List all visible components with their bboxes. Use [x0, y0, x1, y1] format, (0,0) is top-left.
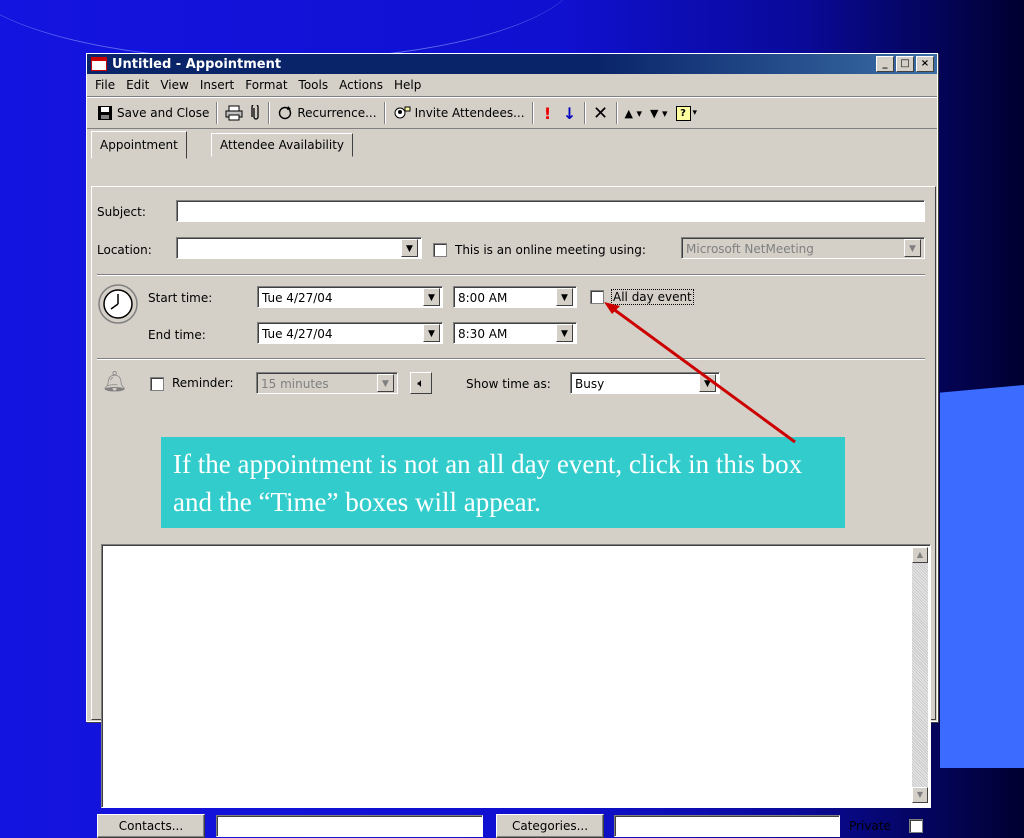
online-meeting-dropdown-icon[interactable]: ▼ [904, 239, 921, 257]
invite-attendees-icon [394, 106, 411, 119]
previous-item-icon: ▲ ▾ [624, 106, 643, 120]
minimize-icon[interactable]: _ [876, 56, 894, 72]
decorative-wedge [940, 385, 1024, 768]
online-meeting-checkbox[interactable] [433, 243, 447, 257]
end-time-label: End time: [148, 328, 206, 342]
all-day-event-label: All day event [611, 289, 694, 305]
menu-format[interactable]: Format [245, 78, 287, 92]
print-icon [225, 105, 243, 121]
save-and-close-label: Save and Close [117, 106, 210, 120]
recurrence-icon [279, 106, 292, 120]
save-and-close-button[interactable]: Save and Close [93, 102, 213, 124]
menu-view[interactable]: View [160, 78, 188, 92]
attach-icon [251, 105, 260, 120]
recurrence-button[interactable]: Recurrence... [273, 102, 380, 124]
scroll-up-icon[interactable]: ▲ [912, 547, 928, 563]
importance-low-button[interactable]: ↓ [559, 102, 581, 124]
notes-textarea[interactable]: ▲ ▼ [101, 544, 931, 808]
importance-high-button[interactable]: ! [537, 102, 559, 124]
start-date-dropdown-icon[interactable]: ▼ [423, 288, 440, 306]
scroll-down-icon[interactable]: ▼ [912, 787, 928, 803]
standard-toolbar: Save and Close Recurrence... Invite Atte… [87, 97, 937, 129]
reminder-label: Reminder: [172, 376, 234, 390]
end-time-dropdown-icon[interactable]: ▼ [556, 324, 573, 342]
recurrence-label: Recurrence... [297, 106, 377, 120]
notes-scrollbar[interactable]: ▲ ▼ [912, 547, 928, 803]
location-dropdown-icon[interactable]: ▼ [401, 239, 418, 257]
decorative-arc [0, 0, 580, 61]
menu-actions[interactable]: Actions [339, 78, 383, 92]
start-date-input[interactable]: Tue 4/27/04 [257, 286, 443, 308]
tab-appointment[interactable]: Appointment [91, 131, 187, 159]
help-button[interactable]: ? ▾ [672, 102, 702, 124]
reminder-sound-icon[interactable]: 🔈︎ [410, 372, 432, 394]
subject-input[interactable] [176, 200, 925, 222]
instruction-callout: If the appointment is not an all day eve… [161, 437, 845, 528]
next-item-icon: ▼ ▾ [650, 106, 668, 120]
contacts-button[interactable]: Contacts... [97, 814, 205, 838]
end-date-input[interactable]: Tue 4/27/04 [257, 322, 443, 344]
help-icon: ? [675, 105, 691, 121]
tab-strip: Appointment Attendee Availability [87, 129, 937, 159]
divider [97, 274, 925, 276]
categories-button[interactable]: Categories... [496, 814, 604, 838]
appointment-window: Untitled - Appointment _ □ × File Edit V… [86, 53, 938, 838]
location-input[interactable] [176, 237, 422, 259]
reminder-dropdown-icon[interactable]: ▼ [377, 374, 394, 392]
categories-input[interactable] [614, 815, 840, 837]
reminder-checkbox[interactable] [150, 377, 164, 391]
delete-button[interactable]: ✕ [589, 102, 613, 124]
invite-attendees-button[interactable]: Invite Attendees... [389, 102, 529, 124]
attach-button[interactable] [247, 102, 265, 124]
end-date-dropdown-icon[interactable]: ▼ [423, 324, 440, 342]
private-label: Private [849, 819, 891, 833]
close-icon[interactable]: × [916, 56, 934, 72]
show-time-as-label: Show time as: [466, 377, 551, 391]
start-time-dropdown-icon[interactable]: ▼ [556, 288, 573, 306]
menu-edit[interactable]: Edit [126, 78, 149, 92]
next-item-button[interactable]: ▼ ▾ [646, 102, 671, 124]
tab-attendee-availability[interactable]: Attendee Availability [211, 133, 354, 157]
show-time-as-dropdown-icon[interactable]: ▼ [699, 374, 716, 392]
importance-low-icon: ↓ [562, 103, 577, 123]
online-meeting-select[interactable]: Microsoft NetMeeting [681, 237, 925, 259]
reminder-bell-icon: 🔔︎ [102, 369, 128, 393]
importance-high-icon: ! [543, 103, 552, 123]
menu-tools[interactable]: Tools [299, 78, 329, 92]
menu-bar: File Edit View Insert Format Tools Actio… [87, 74, 937, 97]
show-time-as-select[interactable]: Busy [570, 372, 720, 394]
print-button[interactable] [221, 102, 247, 124]
maximize-icon[interactable]: □ [896, 56, 914, 72]
menu-help[interactable]: Help [394, 78, 421, 92]
menu-insert[interactable]: Insert [200, 78, 234, 92]
private-checkbox[interactable] [909, 819, 923, 833]
clock-icon [98, 284, 138, 324]
window-title: Untitled - Appointment [112, 56, 282, 72]
divider [97, 358, 925, 360]
all-day-event-checkbox[interactable] [590, 290, 604, 304]
online-meeting-label: This is an online meeting using: [455, 243, 646, 257]
location-label: Location: [97, 243, 152, 257]
menu-file[interactable]: File [95, 78, 115, 92]
subject-label: Subject: [97, 205, 146, 219]
save-icon [98, 106, 112, 120]
contacts-input[interactable] [216, 815, 483, 837]
delete-icon: ✕ [592, 102, 609, 124]
start-time-label: Start time: [148, 291, 213, 305]
calendar-icon [91, 57, 107, 71]
previous-item-button[interactable]: ▲ ▾ [621, 102, 646, 124]
invite-attendees-label: Invite Attendees... [414, 106, 525, 120]
title-bar[interactable]: Untitled - Appointment _ □ × [87, 54, 937, 74]
